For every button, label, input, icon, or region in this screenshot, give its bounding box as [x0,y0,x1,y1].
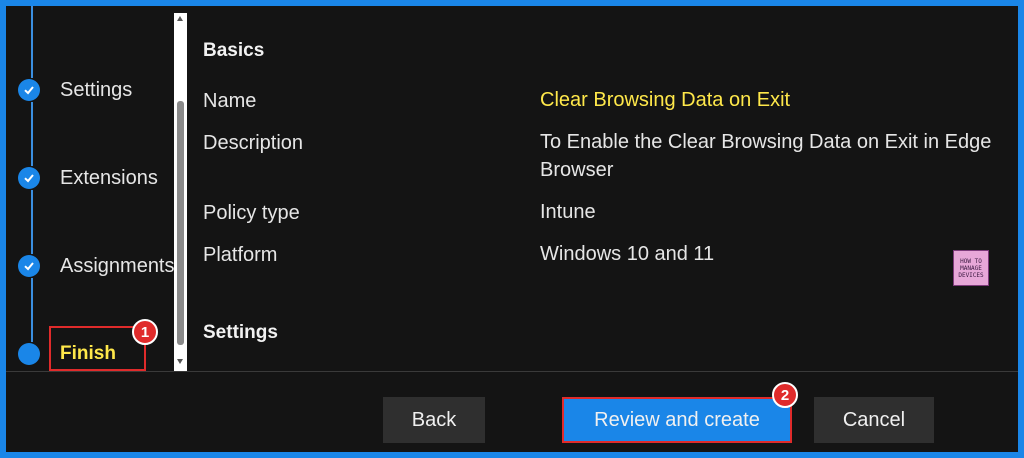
section-title-settings: Settings [203,322,278,343]
section-title-basics: Basics [203,40,265,61]
step-label: Settings [60,78,133,101]
watermark-logo: HOW TO MANAGE DEVICES [953,250,989,286]
scrollbar[interactable] [174,13,187,371]
wizard-frame: Settings Extensions Assignments Finish 1… [6,6,1018,452]
field-value-description: To Enable the Clear Browsing Data on Exi… [540,131,992,181]
wizard-steps: Settings Extensions Assignments Finish 1 [6,6,178,371]
logo-text: DEVICES [958,271,984,279]
field-value-policy-type: Intune [540,201,596,223]
logo-text: HOW TO [960,257,982,265]
step-extensions[interactable]: Extensions [18,164,158,192]
field-value-name: Clear Browsing Data on Exit [540,89,791,111]
review-content: Basics Name Clear Browsing Data on Exit … [203,6,1018,371]
scrollbar-thumb[interactable] [177,101,184,345]
step-settings[interactable]: Settings [18,76,132,104]
step-connector [31,102,33,166]
field-label-platform: Platform [203,244,278,266]
step-label: Extensions [60,166,158,189]
callout-badge: 1 [132,319,158,345]
checkmark-icon [18,79,40,101]
footer-divider [6,371,1018,372]
field-label-name: Name [203,90,257,112]
logo-text: MANAGE [960,264,982,272]
field-value-platform: Windows 10 and 11 [540,243,715,265]
step-label: Assignments [60,254,175,277]
field-label-description: Description [203,132,304,154]
step-connector [31,190,33,254]
step-connector [31,278,33,342]
scroll-down-icon[interactable] [177,359,183,364]
field-label-policy-type: Policy type [203,202,300,224]
checkmark-icon [18,167,40,189]
callout-badge: 2 [772,382,798,408]
checkmark-icon [18,255,40,277]
step-connector [31,6,33,78]
step-assignments[interactable]: Assignments [18,252,175,280]
current-step-dot-icon [18,343,40,365]
scroll-up-icon[interactable] [177,16,183,21]
review-and-create-button[interactable]: Review and create [562,397,792,443]
cancel-button[interactable]: Cancel [814,397,934,443]
back-button[interactable]: Back [383,397,485,443]
